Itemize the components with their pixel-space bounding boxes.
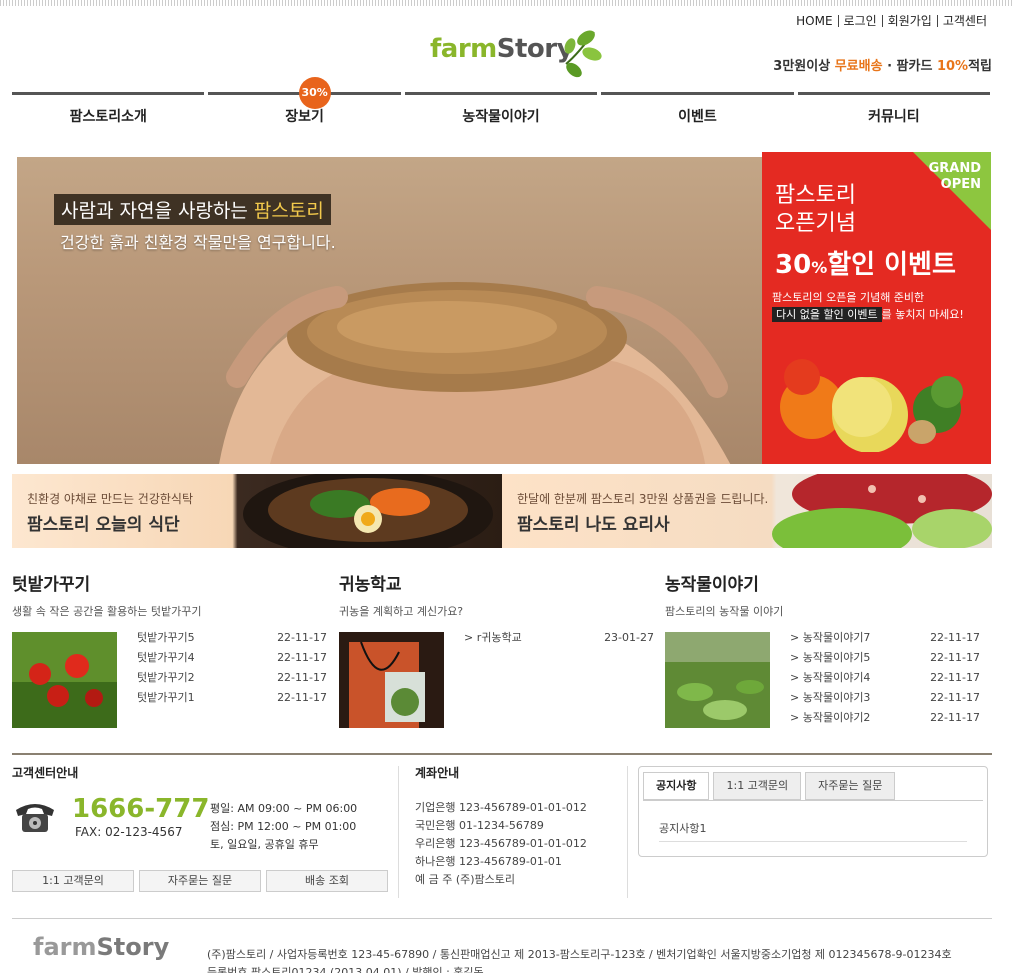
event-title: 팜스토리 오픈기념 [775, 183, 856, 236]
tab-bar-line [643, 800, 983, 801]
banner-1-large: 팜스토리 오늘의 식단 [27, 515, 180, 535]
event-desc-1: 팜스토리의 오픈을 기념해 준비한 [772, 291, 925, 304]
section-crop-title[interactable]: 농작물이야기 [665, 570, 983, 595]
section-school-list: > r귀농학교 23-01-27 [464, 631, 654, 651]
list-item[interactable]: 텃밭가꾸기5 22-11-17 [137, 631, 327, 651]
banner-2-large: 팜스토리 나도 요리사 [517, 515, 670, 535]
ham-salad-image [772, 474, 992, 548]
list-item[interactable]: > 농작물이야기3 22-11-17 [790, 691, 980, 711]
section-crop-subtitle: 팜스토리의 농작물 이야기 [665, 605, 784, 618]
banner-1-small: 친환경 야채로 만드는 건강한식탁 [27, 492, 194, 506]
column-separator [398, 766, 399, 898]
leaf-icon [564, 30, 602, 78]
notice-tabs: 공지사항 1:1 고객문의 자주묻는 질문 [643, 772, 899, 800]
list-item[interactable]: > 농작물이야기5 22-11-17 [790, 651, 980, 671]
hero-banner: 사람과 자연을 사랑하는 팜스토리 건강한 흙과 친환경 작물만을 연구합니다. [17, 157, 762, 464]
section-school-title[interactable]: 귀농학교 [339, 570, 657, 595]
list-item[interactable]: 텃밭가꾸기4 22-11-17 [137, 651, 327, 671]
promo-text: 3만원이상 무료배송 · 팜카드 10%적립 [773, 59, 992, 74]
main-nav: 팜스토리소개 30% 장보기 농작물이야기 이벤트 커뮤니티 [12, 77, 991, 128]
footer-divider [12, 918, 992, 919]
top-link-support[interactable]: 고객센터 [936, 15, 992, 27]
list-item[interactable]: > 농작물이야기4 22-11-17 [790, 671, 980, 691]
inquiry-button[interactable]: 1:1 고객문의 [12, 870, 134, 892]
tomato-thumbnail[interactable] [12, 632, 117, 728]
bibimbap-image [243, 474, 493, 548]
cs-phone: 1666-777 [72, 794, 210, 824]
tab-notice[interactable]: 공지사항 [643, 772, 710, 800]
account-info: 계좌안내 기업은행 123-456789-01-01-012 국민은행 01-1… [415, 764, 615, 889]
top-link-home[interactable]: HOME [791, 15, 837, 27]
footer-info: (주)팜스토리 / 사업자등록번호 123-45-67890 / 통신판매업신고… [207, 948, 952, 973]
top-stripe [0, 0, 1014, 6]
hero-caption-1: 사람과 자연을 사랑하는 팜스토리 [54, 194, 331, 225]
hero-caption-2: 건강한 흙과 친환경 작물만을 연구합니다. [60, 233, 336, 252]
notice-item-underline [659, 841, 967, 842]
nav-event[interactable]: 이벤트 [601, 92, 794, 128]
faq-button[interactable]: 자주묻는 질문 [139, 870, 261, 892]
top-nav: HOME 로그인 회원가입 고객센터 [791, 15, 992, 27]
banner-today-meal[interactable]: 친환경 야채로 만드는 건강한식탁 팜스토리 오늘의 식단 [12, 474, 502, 548]
tea-field-thumbnail[interactable] [665, 632, 770, 728]
column-separator [627, 766, 628, 898]
list-item[interactable]: > r귀농학교 23-01-27 [464, 631, 654, 651]
fruits-image [780, 359, 963, 452]
account-title: 계좌안내 [415, 766, 460, 780]
event-desc-2: 다시 없을 할인 이벤트 를 놓치지 마세요! [772, 306, 964, 322]
logo-farm: farm [430, 34, 497, 64]
top-link-login[interactable]: 로그인 [837, 15, 882, 27]
nav-shopping[interactable]: 30% 장보기 [208, 77, 401, 128]
notice-box: 공지사항 1:1 고객문의 자주묻는 질문 공지사항1 [638, 766, 988, 857]
cs-buttons: 1:1 고객문의 자주묻는 질문 배송 조회 [12, 870, 393, 892]
list-item[interactable]: 텃밭가꾸기2 22-11-17 [137, 671, 327, 691]
discount-badge: 30% [298, 77, 331, 109]
section-farm-school: 귀농학교 귀농을 계획하고 계신가요? > r귀농학교 23-01-27 [339, 570, 657, 730]
nav-community[interactable]: 커뮤니티 [797, 92, 991, 128]
section-garden-subtitle: 생활 속 작은 공간을 활용하는 텃밭가꾸기 [12, 605, 202, 618]
section-garden-title[interactable]: 텃밭가꾸기 [12, 570, 330, 595]
section-crop-story: 농작물이야기 팜스토리의 농작물 이야기 > 농작물이야기7 22-11-17 >… [665, 570, 983, 730]
site-logo[interactable]: farmStory [430, 22, 602, 78]
event-banner[interactable]: GRAND OPEN 팜스토리 오픈기념 30%할인 이벤트 팜스토리의 오픈을 기… [762, 152, 991, 464]
section-crop-list: > 농작물이야기7 22-11-17 > 농작물이야기5 22-11-17 > 농작… [790, 631, 980, 731]
delivery-button[interactable]: 배송 조회 [266, 870, 388, 892]
nav-crop-story[interactable]: 농작물이야기 [404, 92, 598, 128]
list-item[interactable]: > 농작물이야기7 22-11-17 [790, 631, 980, 651]
banner-cook[interactable]: 한달에 한분께 팜스토리 3만원 상품권을 드립니다. 팜스토리 나도 요리사 [502, 474, 992, 548]
notice-item[interactable]: 공지사항1 [659, 820, 706, 836]
cs-title: 고객센터안내 [12, 766, 79, 780]
list-item[interactable]: > 농작물이야기2 22-11-17 [790, 711, 980, 731]
section-divider [12, 753, 992, 755]
section-school-subtitle: 귀농을 계획하고 계신가요? [339, 605, 464, 618]
farmhouse-thumbnail[interactable] [339, 632, 444, 728]
tab-inquiry[interactable]: 1:1 고객문의 [713, 772, 802, 800]
top-link-signup[interactable]: 회원가입 [881, 15, 937, 27]
cs-hours: 평일: AM 09:00 ~ PM 06:00 점심: PM 12:00 ~ P… [210, 802, 358, 851]
cs-fax: FAX: 02-123-4567 [75, 825, 183, 839]
tab-faq[interactable]: 자주묻는 질문 [805, 772, 896, 800]
telephone-icon [16, 804, 54, 832]
section-garden-list: 텃밭가꾸기5 22-11-17 텃밭가꾸기4 22-11-17 텃밭가꾸기2 22-1… [137, 631, 327, 711]
banner-2-small: 한달에 한분께 팜스토리 3만원 상품권을 드립니다. [517, 492, 769, 506]
section-garden: 텃밭가꾸기 생활 속 작은 공간을 활용하는 텃밭가꾸기 텃밭가꾸기5 22-11… [12, 570, 330, 730]
list-item[interactable]: 텃밭가꾸기1 22-11-17 [137, 691, 327, 711]
grand-open-label: GRAND OPEN [928, 161, 981, 192]
nav-about[interactable]: 팜스토리소개 [12, 92, 205, 128]
event-discount: 30%할인 이벤트 [775, 250, 956, 280]
customer-center: 고객센터안내 1666-777 FAX: 02-123-4567 평일: AM … [12, 764, 390, 894]
footer-logo: farmStory [33, 933, 170, 961]
